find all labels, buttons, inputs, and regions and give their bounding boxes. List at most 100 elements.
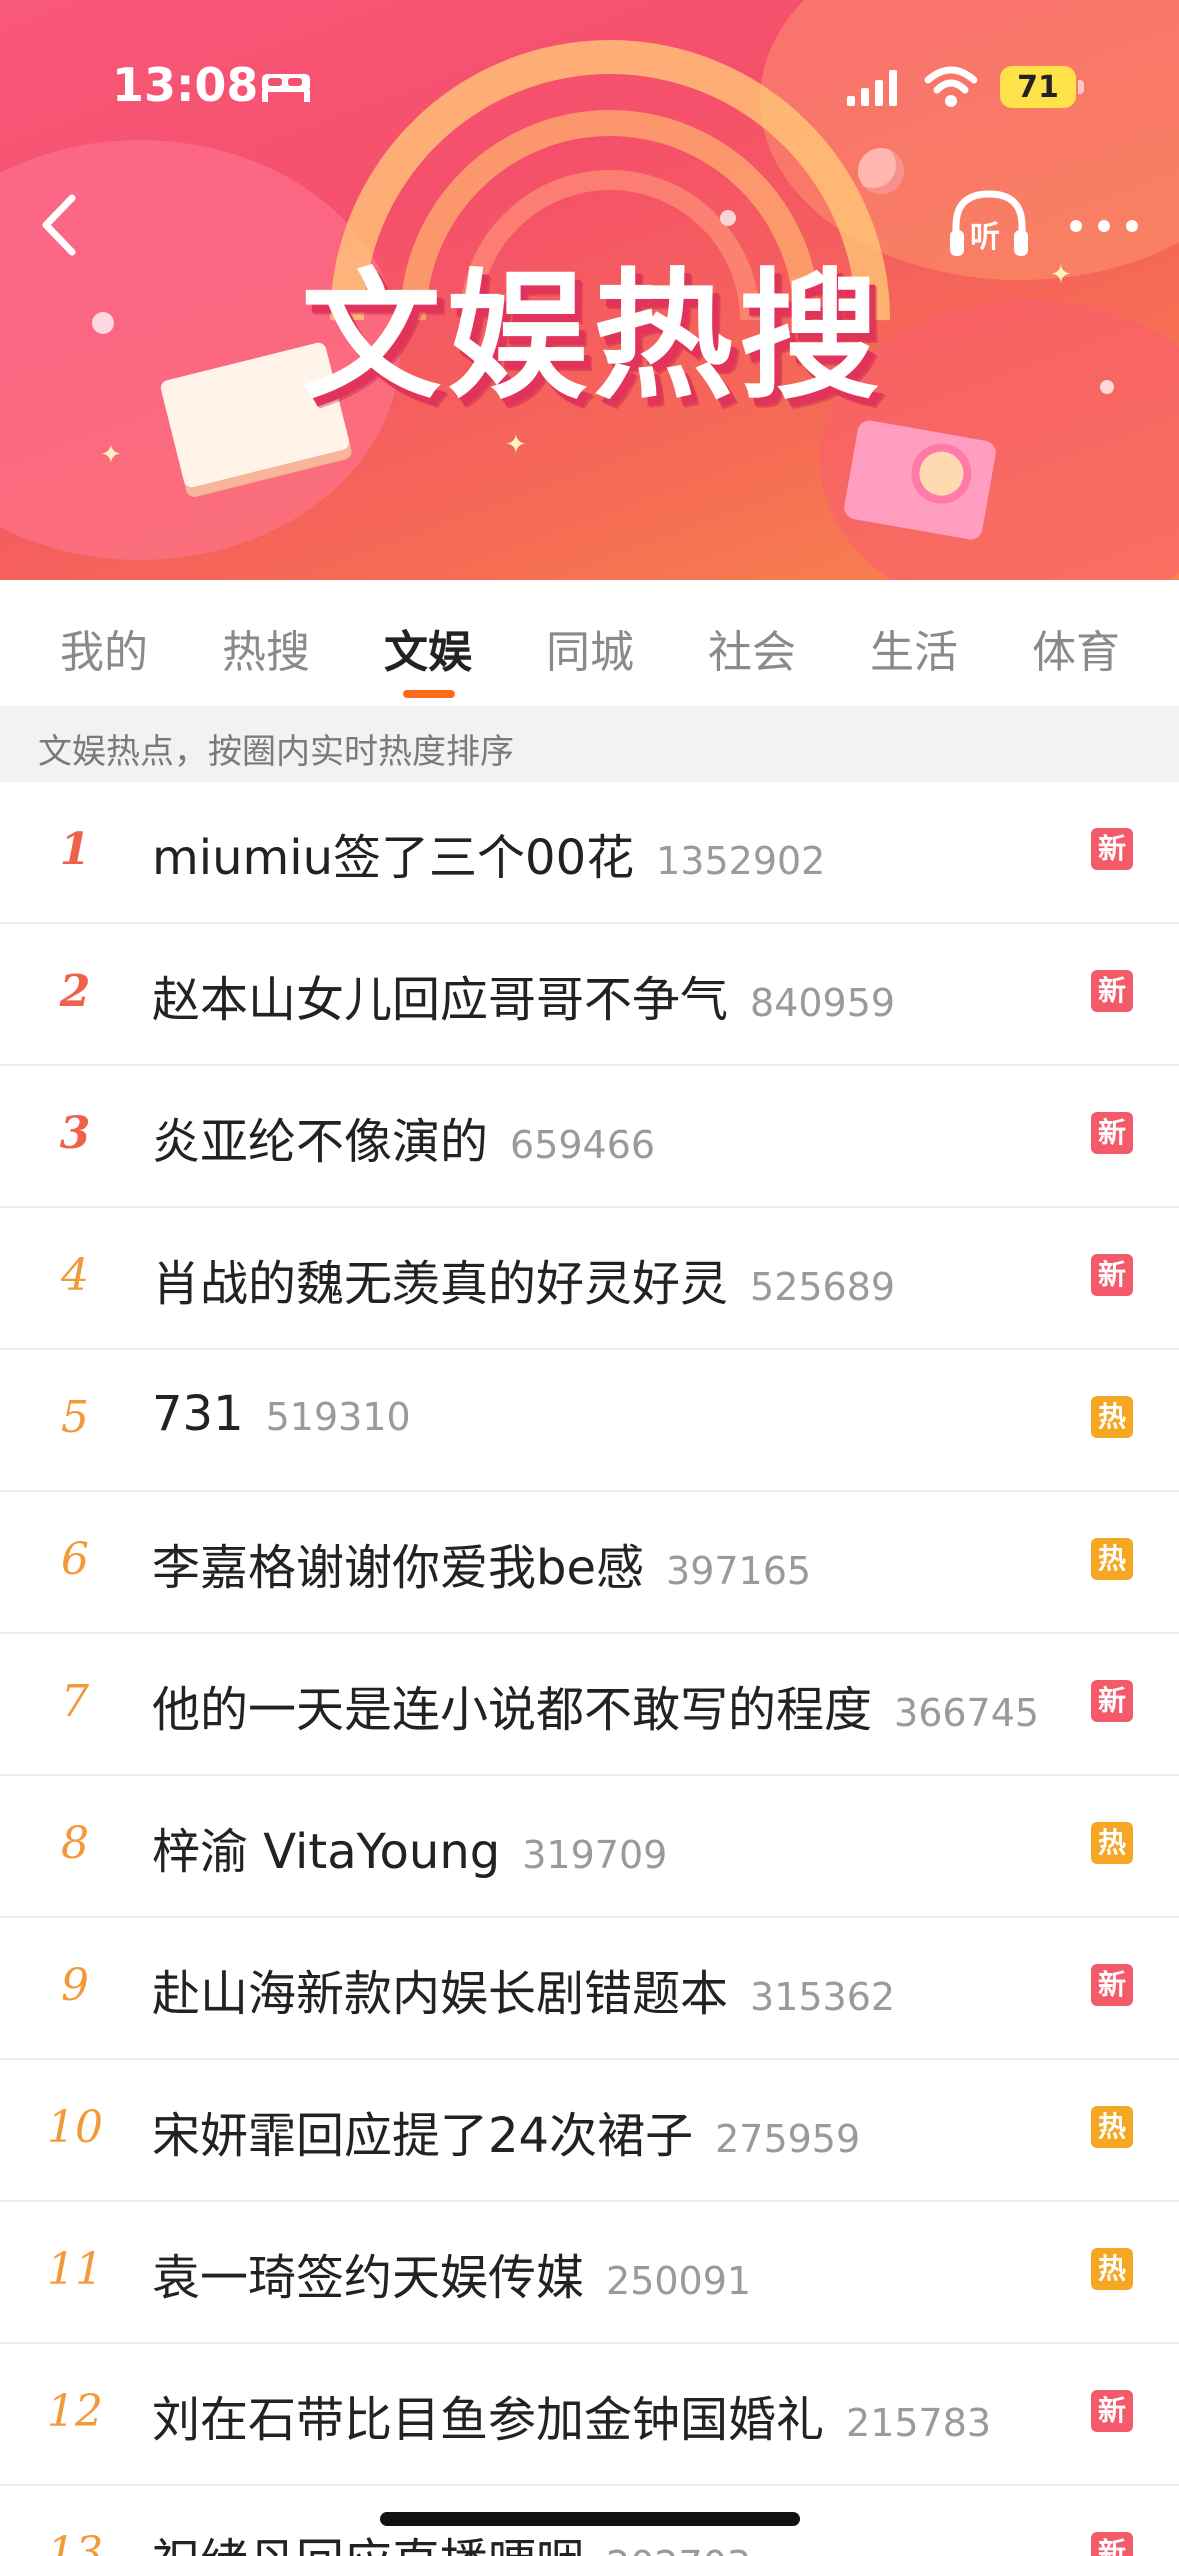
status-time: 13:08 <box>112 58 259 112</box>
rank-number: 3 <box>59 1108 91 1159</box>
topic-text: 肖战的魏无羡真的好灵好灵 <box>152 1256 729 1312</box>
topic-title: 肖战的魏无羡真的好灵好灵 525689 <box>152 1244 895 1314</box>
hot-badge: 热 <box>1091 1538 1133 1580</box>
new-badge: 新 <box>1091 2390 1133 2432</box>
heat-count: 519310 <box>265 1395 411 1439</box>
heat-count: 840959 <box>750 981 896 1025</box>
rank-number: 9 <box>61 1960 89 2011</box>
list-item[interactable]: 1 miumiu签了三个00花 1352902 新 <box>0 782 1179 924</box>
topic-text: 梓渝 VitaYoung <box>152 1824 501 1880</box>
topic-title: 李嘉格谢谢你爱我be感 397165 <box>152 1528 811 1598</box>
rank-number: 11 <box>47 2244 103 2295</box>
topic-text: miumiu签了三个00花 <box>152 830 635 886</box>
sparkle-icon: ✦ <box>1050 260 1072 290</box>
topic-text: 731 <box>152 1386 244 1442</box>
planet-decoration-icon <box>858 148 904 194</box>
tab-society[interactable]: 社会 <box>708 616 796 680</box>
heat-count: 366745 <box>894 1691 1040 1735</box>
list-item[interactable]: 8 梓渝 VitaYoung 319709 热 <box>0 1776 1179 1918</box>
camera-lens <box>906 438 977 509</box>
list-item[interactable]: 12 刘在石带比目鱼参加金钟国婚礼 215783 新 <box>0 2344 1179 2486</box>
page-title: 文娱热搜 <box>300 256 885 419</box>
rank-number: 1 <box>59 824 91 875</box>
tab-sports[interactable]: 体育 <box>1032 616 1120 680</box>
heat-count: 202703 <box>606 2543 751 2556</box>
heat-count: 275959 <box>715 2117 861 2161</box>
list-item[interactable]: 11 袁一琦签约天娱传媒 250091 热 <box>0 2202 1179 2344</box>
rank-number: 13 <box>47 2528 103 2556</box>
topic-text: 刘在石带比目鱼参加金钟国婚礼 <box>152 2392 825 2448</box>
rank-number: 10 <box>47 2102 103 2153</box>
topic-title: 炎亚纶不像演的 659466 <box>152 1102 655 1172</box>
wifi-icon <box>924 66 978 107</box>
hot-badge: 热 <box>1091 1396 1133 1438</box>
topic-text: 李嘉格谢谢你爱我be感 <box>152 1540 645 1596</box>
topic-title: 赴山海新款内娱长剧错题本 315362 <box>152 1954 895 2024</box>
category-tabs: 我的 热搜 文娱 同城 社会 生活 体育 <box>0 580 1179 706</box>
more-options-icon[interactable] <box>1066 206 1142 246</box>
tab-entertainment[interactable]: 文娱 <box>384 616 472 680</box>
list-item[interactable]: 3 炎亚纶不像演的 659466 新 <box>0 1066 1179 1208</box>
ranking-description-bar: 文娱热点，按圈内实时热度排序 <box>0 706 1179 782</box>
topic-text: 赵本山女儿回应哥哥不争气 <box>152 972 729 1028</box>
new-badge: 新 <box>1091 1112 1133 1154</box>
hot-badge: 热 <box>1091 1822 1133 1864</box>
topic-title: 刘在石带比目鱼参加金钟国婚礼 215783 <box>152 2380 991 2450</box>
list-item[interactable]: 9 赴山海新款内娱长剧错题本 315362 新 <box>0 1918 1179 2060</box>
list-item[interactable]: 5 731 519310 热 <box>0 1350 1179 1492</box>
listen-label: 听 <box>970 220 1000 255</box>
sparkle-icon: ✦ <box>505 430 527 460</box>
hot-badge: 热 <box>1091 2106 1133 2148</box>
tab-hot-search[interactable]: 热搜 <box>222 616 310 680</box>
header-banner: ✦ ✦ ✦ 文娱热搜 13:08 71 听 <box>0 0 1179 580</box>
heat-count: 659466 <box>510 1123 656 1167</box>
dot-decoration <box>92 312 114 334</box>
heat-count: 525689 <box>750 1265 896 1309</box>
new-badge: 新 <box>1091 970 1133 1012</box>
list-item[interactable]: 4 肖战的魏无羡真的好灵好灵 525689 新 <box>0 1208 1179 1350</box>
new-badge: 新 <box>1091 828 1133 870</box>
heat-count: 1352902 <box>656 839 826 883</box>
topic-title: 731 519310 <box>152 1386 411 1442</box>
topic-text: 宋妍霏回应提了24次裙子 <box>152 2108 694 2164</box>
listen-button[interactable]: 听 <box>946 188 1032 264</box>
topic-text: 祝绪丹回应直播哽咽 <box>152 2534 584 2556</box>
topic-title: miumiu签了三个00花 1352902 <box>152 818 825 888</box>
topic-title: 梓渝 VitaYoung 319709 <box>152 1812 667 1882</box>
list-item[interactable]: 7 他的一天是连小说都不敢写的程度 366745 新 <box>0 1634 1179 1776</box>
back-button[interactable] <box>28 190 98 260</box>
list-item[interactable]: 10 宋妍霏回应提了24次裙子 275959 热 <box>0 2060 1179 2202</box>
tab-life[interactable]: 生活 <box>870 616 958 680</box>
rank-number: 4 <box>61 1250 89 1301</box>
topic-text: 袁一琦签约天娱传媒 <box>152 2250 585 2306</box>
battery-cap <box>1078 80 1084 94</box>
new-badge: 新 <box>1091 1964 1133 2006</box>
battery-icon: 71 <box>1000 66 1084 108</box>
tab-local[interactable]: 同城 <box>546 616 634 680</box>
topic-text: 炎亚纶不像演的 <box>152 1114 489 1170</box>
topic-title: 他的一天是连小说都不敢写的程度 366745 <box>152 1670 1039 1740</box>
heat-count: 315362 <box>750 1975 896 2019</box>
heat-count: 250091 <box>606 2259 752 2303</box>
rank-number: 8 <box>61 1818 89 1869</box>
list-item[interactable]: 6 李嘉格谢谢你爱我be感 397165 热 <box>0 1492 1179 1634</box>
topic-title: 袁一琦签约天娱传媒 250091 <box>152 2238 751 2308</box>
rank-number: 5 <box>61 1392 89 1443</box>
battery-level: 71 <box>1017 70 1059 105</box>
new-badge: 新 <box>1091 1680 1133 1722</box>
dot-decoration <box>1100 380 1114 394</box>
cellular-signal-icon <box>847 70 897 106</box>
rank-number: 6 <box>61 1534 89 1585</box>
heat-count: 397165 <box>666 1549 812 1593</box>
list-item[interactable]: 2 赵本山女儿回应哥哥不争气 840959 新 <box>0 924 1179 1066</box>
new-badge: 新 <box>1091 2532 1133 2556</box>
active-tab-indicator <box>403 690 455 698</box>
ranking-description: 文娱热点，按圈内实时热度排序 <box>38 732 514 772</box>
topic-title: 祝绪丹回应直播哽咽 202703 <box>152 2522 751 2556</box>
sparkle-icon: ✦ <box>100 440 122 470</box>
tab-mine[interactable]: 我的 <box>60 616 148 680</box>
topic-text: 赴山海新款内娱长剧错题本 <box>152 1966 729 2022</box>
heat-count: 319709 <box>522 1833 668 1877</box>
topic-title: 赵本山女儿回应哥哥不争气 840959 <box>152 960 895 1030</box>
home-indicator[interactable] <box>380 2512 800 2526</box>
